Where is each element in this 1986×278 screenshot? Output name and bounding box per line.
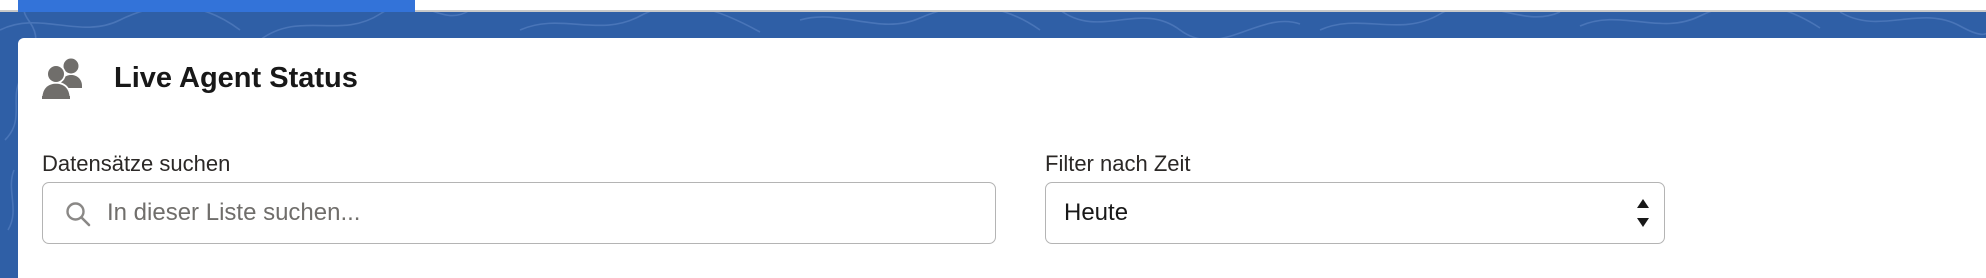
select-arrows-icon (1637, 199, 1649, 227)
search-field[interactable] (42, 182, 996, 244)
card-title: Live Agent Status (114, 62, 358, 94)
time-filter-label: Filter nach Zeit (1045, 151, 1191, 176)
time-filter-selected-value: Heute (1064, 199, 1129, 226)
search-input[interactable] (107, 183, 967, 242)
live-agent-status-card: Live Agent Status Datensätze suchen Filt… (18, 38, 1986, 278)
users-icon (40, 58, 82, 99)
time-filter-select[interactable]: Heute (1045, 182, 1665, 244)
search-label: Datensätze suchen (42, 151, 231, 176)
search-icon (66, 202, 91, 227)
top-progress-track (0, 0, 1986, 12)
page-load-progress-bar (18, 0, 416, 12)
